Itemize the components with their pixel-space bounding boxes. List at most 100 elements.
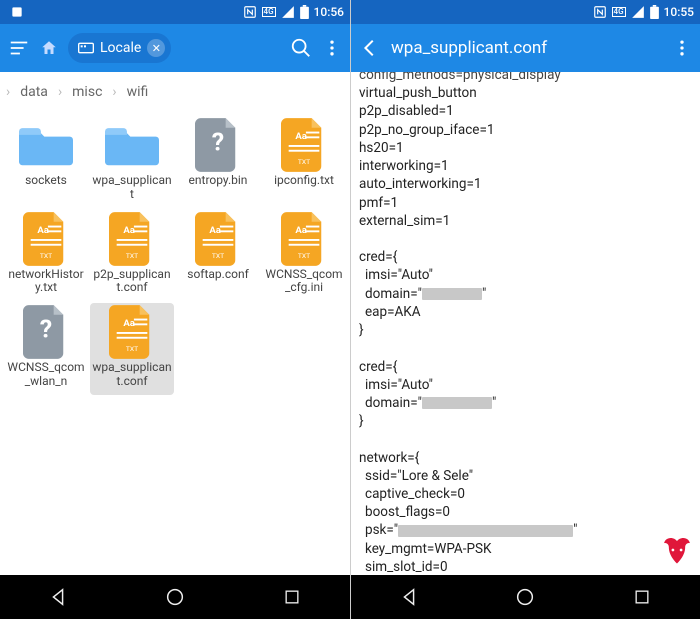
- back-icon[interactable]: [359, 37, 381, 59]
- folder-icon: [104, 120, 160, 170]
- svg-text:Aa: Aa: [123, 225, 135, 236]
- text-line: virtual_push_button: [359, 84, 692, 102]
- svg-text:Aa: Aa: [209, 225, 221, 236]
- more-icon[interactable]: [672, 38, 692, 58]
- close-icon[interactable]: ✕: [147, 39, 165, 57]
- text-line: p2p_no_group_iface=1: [359, 121, 692, 139]
- text-line: p2p_disabled=1: [359, 102, 692, 120]
- text-line: network={: [359, 449, 692, 467]
- text-line: config_methods=physical_display: [359, 72, 692, 84]
- item-label: sockets: [25, 174, 67, 188]
- text-viewer-pane: 4G 10:55 wpa_supplicant.conf config_meth…: [350, 0, 700, 619]
- svg-text:TXT: TXT: [212, 252, 224, 260]
- file-txt-icon: Aa TXT: [276, 214, 332, 264]
- nfc-icon: [243, 5, 257, 19]
- file-item[interactable]: Aa TXT ipconfig.txt: [262, 116, 346, 208]
- back-button[interactable]: [379, 579, 439, 615]
- file-unknown-icon: ?: [18, 307, 74, 357]
- item-label: wpa_supplicant: [92, 174, 172, 202]
- recents-button[interactable]: [262, 579, 322, 615]
- svg-text:TXT: TXT: [126, 345, 138, 353]
- file-item[interactable]: Aa TXT WCNSS_qcom_cfg.ini: [262, 210, 346, 302]
- item-label: WCNSS_qcom_wlan_n: [6, 361, 86, 389]
- text-content[interactable]: config_methods=physical_displayvirtual_p…: [351, 72, 700, 575]
- home-button[interactable]: [145, 579, 205, 615]
- sd-card-icon: [78, 42, 94, 54]
- file-item[interactable]: Aa TXT p2p_supplicant.conf: [90, 210, 174, 302]
- signal-icon: [631, 5, 645, 19]
- more-icon[interactable]: [322, 38, 342, 58]
- clock-text: 10:55: [664, 5, 694, 19]
- breadcrumb-item[interactable]: data: [10, 84, 58, 100]
- svg-text:Aa: Aa: [295, 225, 307, 236]
- text-line: sim_slot_id=0: [359, 558, 692, 575]
- status-bar: 4G 10:55: [351, 0, 700, 24]
- svg-text:TXT: TXT: [40, 252, 52, 260]
- file-item[interactable]: AaTXT wpa_supplicant.conf: [90, 303, 174, 395]
- breadcrumb-item[interactable]: wifi: [117, 84, 159, 100]
- text-line: interworking=1: [359, 157, 692, 175]
- folder-item[interactable]: sockets: [4, 116, 88, 208]
- data-4g-icon: 4G: [262, 7, 276, 17]
- toolbar: wpa_supplicant.conf: [351, 24, 700, 72]
- text-line: key_mgmt=WPA-PSK: [359, 540, 692, 558]
- data-4g-icon: 4G: [612, 7, 626, 17]
- item-label: softap.conf: [187, 268, 249, 282]
- text-line: eap=AKA: [359, 303, 692, 321]
- svg-text:Aa: Aa: [295, 131, 307, 142]
- file-txt-icon: AaTXT: [104, 307, 160, 357]
- svg-text:TXT: TXT: [126, 252, 138, 260]
- file-item[interactable]: ? entropy.bin: [176, 116, 260, 208]
- item-label: entropy.bin: [189, 174, 248, 188]
- breadcrumb-item[interactable]: misc: [62, 84, 112, 100]
- folder-icon: [18, 120, 74, 170]
- signal-icon: [281, 5, 295, 19]
- menu-icon[interactable]: [8, 37, 30, 59]
- text-line: auto_interworking=1: [359, 175, 692, 193]
- text-line: pmf=1: [359, 194, 692, 212]
- text-line: }: [359, 412, 692, 430]
- text-line: imsi="Auto": [359, 376, 692, 394]
- home-icon[interactable]: [40, 39, 58, 57]
- text-line: [359, 339, 692, 357]
- file-manager-pane: 4G 10:56 Locale ✕ › data › mis: [0, 0, 350, 619]
- text-line: hs20=1: [359, 139, 692, 157]
- storage-chip[interactable]: Locale ✕: [68, 33, 171, 63]
- screenshot-icon: [10, 5, 24, 19]
- battery-icon: [300, 5, 309, 19]
- item-label: WCNSS_qcom_cfg.ini: [264, 268, 344, 296]
- text-line: [359, 230, 692, 248]
- text-line: [359, 430, 692, 448]
- watermark-icon: [660, 535, 694, 569]
- storage-chip-label: Locale: [100, 40, 141, 56]
- file-title: wpa_supplicant.conf: [391, 38, 547, 58]
- search-icon[interactable]: [290, 37, 312, 59]
- status-bar: 4G 10:56: [0, 0, 350, 24]
- text-line: imsi="Auto": [359, 266, 692, 284]
- file-item[interactable]: AaTXTnetworkHistory.txt: [4, 210, 88, 302]
- text-line: captive_check=0: [359, 485, 692, 503]
- folder-item[interactable]: wpa_supplicant: [90, 116, 174, 208]
- text-line: domain="": [359, 394, 692, 412]
- nav-bar: [0, 575, 350, 619]
- text-line: external_sim=1: [359, 212, 692, 230]
- svg-text:Aa: Aa: [37, 225, 49, 236]
- svg-text:TXT: TXT: [298, 252, 310, 260]
- back-button[interactable]: [28, 579, 88, 615]
- recents-button[interactable]: [612, 579, 672, 615]
- text-line: domain="": [359, 285, 692, 303]
- file-txt-icon: Aa TXT: [190, 214, 246, 264]
- text-line: ssid="Lore & Sele": [359, 467, 692, 485]
- text-line: }: [359, 321, 692, 339]
- text-line: cred={: [359, 358, 692, 376]
- file-item[interactable]: ? WCNSS_qcom_wlan_n: [4, 303, 88, 395]
- svg-text:?: ?: [212, 129, 224, 158]
- item-label: p2p_supplicant.conf: [92, 268, 172, 296]
- item-label: ipconfig.txt: [274, 174, 334, 188]
- svg-text:TXT: TXT: [298, 158, 310, 166]
- home-button[interactable]: [495, 579, 555, 615]
- clock-text: 10:56: [314, 5, 344, 19]
- item-label: wpa_supplicant.conf: [92, 361, 172, 389]
- file-item[interactable]: Aa TXT softap.conf: [176, 210, 260, 302]
- text-line: boost_flags=0: [359, 503, 692, 521]
